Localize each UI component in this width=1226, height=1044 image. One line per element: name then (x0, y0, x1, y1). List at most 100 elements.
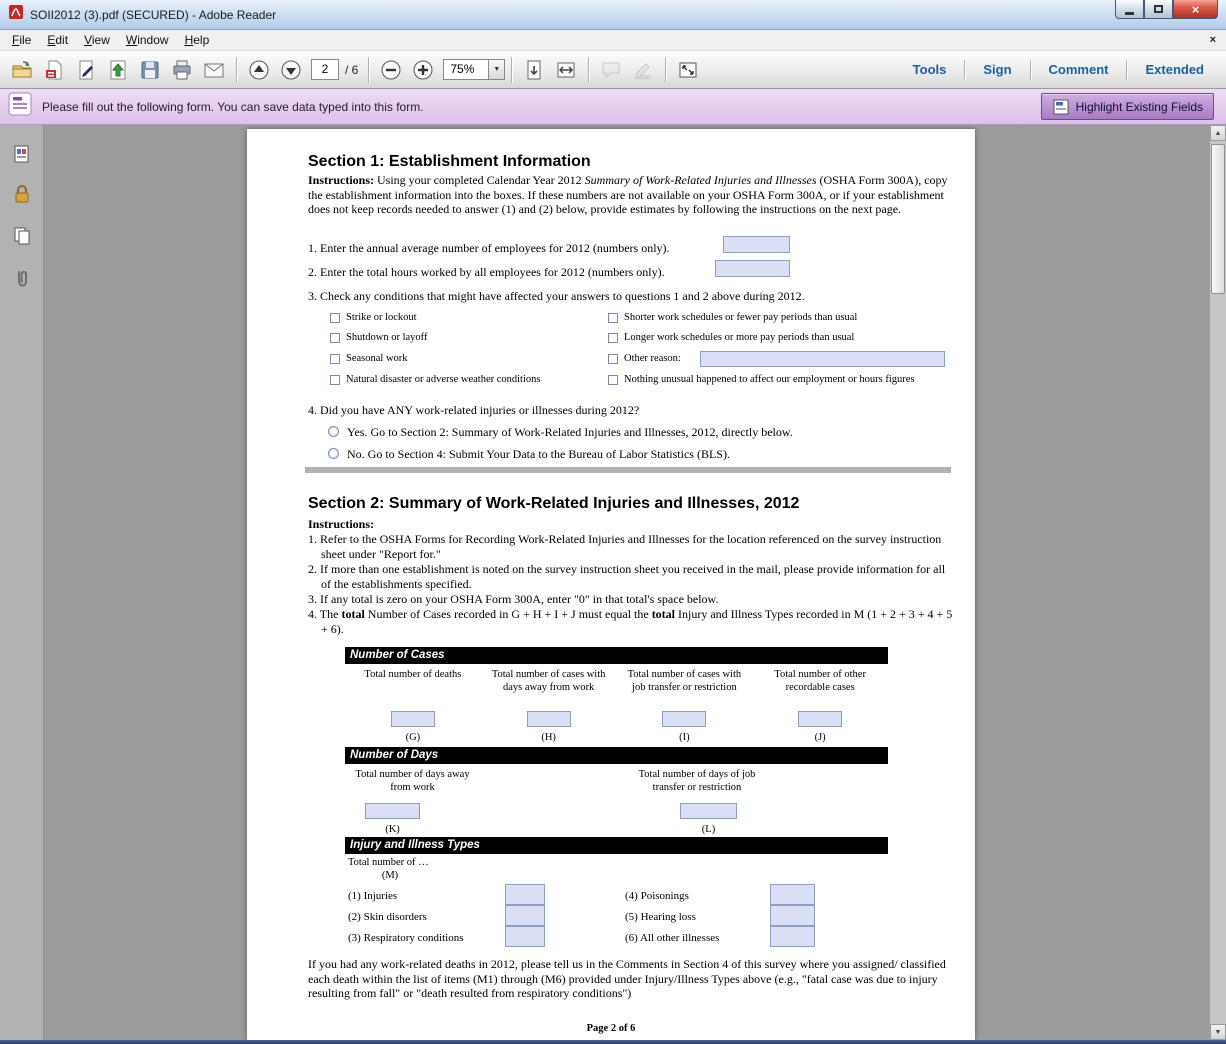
field-h-input[interactable] (527, 711, 571, 727)
print-button[interactable] (168, 56, 196, 84)
sign-panel-button[interactable]: Sign (967, 56, 1027, 83)
toolbar-panels: Tools Sign Comment Extended (897, 56, 1220, 83)
comment-panel-button[interactable]: Comment (1033, 56, 1125, 83)
checkbox-label: Shorter work schedules or fewer pay peri… (624, 312, 857, 323)
document-area: Section 1: Establishment Information Ins… (0, 125, 1226, 1040)
zoom-dropdown-button[interactable]: ▼ (489, 59, 505, 80)
zoom-in-icon (411, 58, 435, 82)
checkbox-nothing-unusual[interactable] (608, 375, 618, 385)
minimize-button[interactable] (1115, 0, 1144, 19)
column-label: Total number of days of job transfer or … (622, 768, 772, 794)
page-up-icon (247, 58, 271, 82)
open-file-button[interactable] (8, 56, 36, 84)
radio-no[interactable] (328, 448, 339, 459)
email-button[interactable] (200, 56, 228, 84)
pages-panel-button[interactable] (11, 225, 33, 247)
cases-column-labels: Total number of deaths Total number of c… (345, 668, 888, 694)
checkbox-label: Other reason: (624, 353, 681, 364)
share-upload-button[interactable] (104, 56, 132, 84)
scroll-up-button[interactable]: ▲ (1210, 125, 1226, 141)
employees-count-input[interactable] (723, 236, 790, 253)
question1-label: 1. Enter the annual average number of em… (308, 241, 670, 256)
total-hours-input[interactable] (715, 260, 790, 277)
field-l-input[interactable] (680, 803, 737, 819)
instruction-item: 2. If more than one establishment is not… (308, 562, 958, 592)
checkbox-other-reason[interactable] (608, 354, 618, 364)
maximize-button[interactable] (1144, 0, 1173, 19)
pdf-convert-button[interactable] (40, 56, 68, 84)
extended-panel-button[interactable]: Extended (1129, 56, 1220, 83)
highlight-fields-icon (1052, 98, 1070, 116)
fill-sign-button[interactable] (72, 56, 100, 84)
menu-edit[interactable]: Edit (39, 31, 76, 49)
scroll-mode-button[interactable] (520, 56, 548, 84)
field-m6-input[interactable] (770, 926, 815, 947)
checkbox-natural-disaster[interactable] (330, 375, 340, 385)
lock-icon (11, 183, 33, 205)
security-panel-button[interactable] (11, 183, 33, 205)
toolbar-separator (368, 57, 369, 83)
field-m3-input[interactable] (505, 926, 545, 947)
main-toolbar: 2 / 6 75% ▼ Tools Sign Comment Extended (0, 51, 1226, 89)
cases-fields (345, 711, 888, 727)
column-label: Total number of cases with days away fro… (490, 668, 608, 694)
scroll-down-button[interactable]: ▼ (1210, 1024, 1226, 1040)
save-button[interactable] (136, 56, 164, 84)
close-button[interactable]: × (1173, 0, 1218, 19)
fit-width-button[interactable] (552, 56, 580, 84)
column-code: (L) (680, 824, 737, 835)
checkbox-label: Natural disaster or adverse weather cond… (346, 374, 540, 385)
field-i-input[interactable] (662, 711, 706, 727)
pdf-page: Section 1: Establishment Information Ins… (247, 129, 975, 1040)
form-notification-bar: Please fill out the following form. You … (0, 89, 1226, 125)
next-page-button[interactable] (277, 56, 305, 84)
checkbox-strike-or-lockout[interactable] (330, 313, 340, 323)
page-down-icon (279, 58, 303, 82)
zoom-level-input[interactable]: 75% (443, 59, 489, 80)
checkbox-shorter-schedules[interactable] (608, 313, 618, 323)
paperclip-icon (11, 268, 33, 290)
toolbar-separator (964, 60, 965, 80)
field-m2-input[interactable] (505, 905, 545, 926)
menu-window[interactable]: Window (118, 31, 177, 49)
radio-yes[interactable] (328, 426, 339, 437)
highlighter-icon (631, 58, 655, 82)
field-m4-input[interactable] (770, 884, 815, 905)
checkbox-seasonal-work[interactable] (330, 354, 340, 364)
annotate-button[interactable] (629, 56, 657, 84)
comment-bubble-button[interactable] (597, 56, 625, 84)
field-m1-input[interactable] (505, 884, 545, 905)
menu-view[interactable]: View (76, 31, 118, 49)
section-divider (305, 467, 951, 473)
menu-help[interactable]: Help (177, 31, 218, 49)
scroll-down-icon: ▼ (1215, 1029, 1222, 1036)
field-k-input[interactable] (365, 803, 420, 819)
other-reason-input[interactable] (700, 351, 945, 367)
field-m5-input[interactable] (770, 905, 815, 926)
fullscreen-icon (676, 58, 700, 82)
page-thumbnails-button[interactable] (11, 143, 33, 165)
page-number-input[interactable]: 2 (311, 59, 339, 80)
highlight-existing-fields-button[interactable]: Highlight Existing Fields (1041, 93, 1214, 120)
pen-page-icon (74, 58, 98, 82)
toolbar-separator (588, 57, 589, 83)
number-of-days-header: Number of Days (345, 747, 888, 764)
menu-file[interactable]: File (4, 31, 39, 49)
column-code: (H) (481, 732, 617, 743)
previous-page-button[interactable] (245, 56, 273, 84)
column-label: Total number of cases with job transfer … (625, 668, 743, 694)
zoom-in-button[interactable] (409, 56, 437, 84)
checkbox-shutdown-or-layoff[interactable] (330, 333, 340, 343)
tools-panel-button[interactable]: Tools (897, 56, 963, 83)
field-g-input[interactable] (391, 711, 435, 727)
page-indicator: Page 2 of 6 (247, 1023, 975, 1034)
zoom-out-button[interactable] (377, 56, 405, 84)
field-j-input[interactable] (798, 711, 842, 727)
scrollbar-thumb[interactable] (1211, 144, 1225, 294)
checkbox-longer-schedules[interactable] (608, 333, 618, 343)
chevron-down-icon: ▼ (493, 66, 500, 73)
attachments-panel-button[interactable] (11, 268, 33, 290)
vertical-scrollbar[interactable]: ▲ ▼ (1209, 125, 1226, 1040)
fullscreen-button[interactable] (674, 56, 702, 84)
close-document-icon[interactable]: × (1210, 34, 1216, 46)
